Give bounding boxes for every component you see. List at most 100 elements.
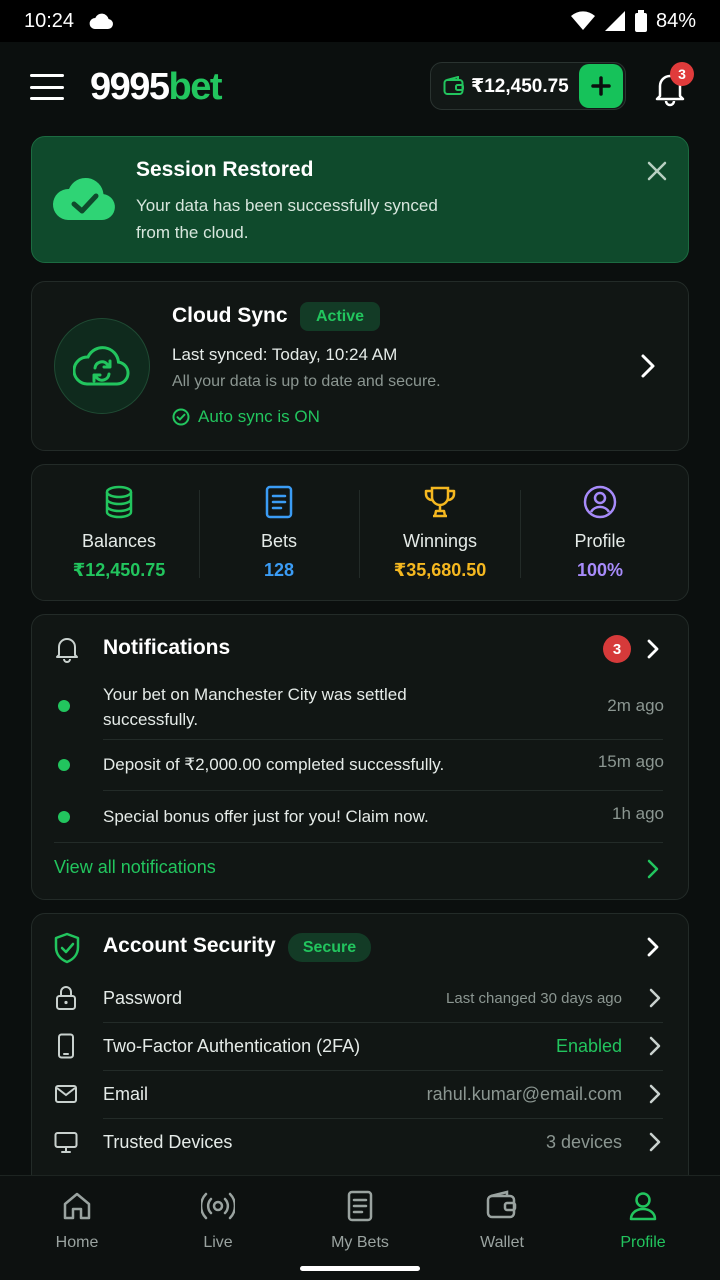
security-row-label: Email xyxy=(103,1084,149,1104)
nav-home[interactable]: Home xyxy=(17,1190,137,1252)
notification-text: Special bonus offer just for you! Claim … xyxy=(103,807,429,826)
user-circle-icon xyxy=(583,485,617,519)
security-row-label: Two-Factor Authentication (2FA) xyxy=(103,1036,361,1056)
banner-message: Your data has been successfully synced f… xyxy=(136,196,438,242)
security-row-email[interactable]: Email rahul.kumar@email.com xyxy=(54,1075,664,1115)
chevron-right-icon xyxy=(649,988,661,1008)
security-row-password[interactable]: Password Last changed 30 days ago xyxy=(54,979,664,1019)
stat-balances[interactable]: Balances ₹12,450.75 xyxy=(39,485,199,581)
nav-label: My Bets xyxy=(331,1234,389,1251)
notification-count-badge: 3 xyxy=(670,62,694,86)
security-row-label: Password xyxy=(103,988,183,1008)
close-icon[interactable] xyxy=(644,158,670,184)
chevron-right-icon[interactable] xyxy=(646,859,660,879)
notifications-count-badge: 3 xyxy=(603,635,631,663)
app-header: 9995bet ₹12,450.75 3 xyxy=(0,42,720,132)
cloud-check-icon xyxy=(52,177,115,220)
cloud-sync-icon-container xyxy=(54,318,150,414)
wallet-icon xyxy=(486,1190,517,1219)
chevron-right-icon xyxy=(649,1084,661,1104)
notification-item[interactable]: Deposit of ₹2,000.00 completed successfu… xyxy=(54,750,664,780)
chevron-right-icon xyxy=(649,1132,661,1152)
coins-stack-icon xyxy=(105,485,133,519)
nav-wallet[interactable]: Wallet xyxy=(442,1190,562,1252)
nav-profile[interactable]: Profile xyxy=(583,1190,703,1252)
notification-time: 15m ago xyxy=(597,752,664,771)
divider xyxy=(103,1022,663,1023)
stat-profile[interactable]: Profile 100% xyxy=(520,485,680,581)
nav-live[interactable]: Live xyxy=(158,1190,278,1252)
unread-dot xyxy=(58,811,70,823)
wifi-icon xyxy=(570,11,595,30)
hamburger-menu-icon[interactable] xyxy=(30,74,64,100)
status-bar: 10:24 84% xyxy=(0,0,720,42)
home-icon xyxy=(63,1192,91,1220)
bottom-navigation: Home Live My Bets Wallet Profile xyxy=(0,1175,720,1280)
notification-time: 2m ago xyxy=(607,696,664,715)
divider xyxy=(103,739,663,740)
stat-bets[interactable]: Bets 128 xyxy=(199,485,359,581)
app-logo[interactable]: 9995bet xyxy=(90,66,223,109)
wallet-amount: ₹12,450.75 xyxy=(471,75,569,97)
status-badge: Active xyxy=(300,302,380,331)
wallet-icon xyxy=(443,76,464,95)
battery-icon xyxy=(634,10,647,32)
cloud-sync-title: Cloud Sync xyxy=(172,304,288,327)
chevron-right-icon xyxy=(649,1036,661,1056)
security-row-value: rahul.kumar@email.com xyxy=(426,1084,622,1104)
notification-time: 1h ago xyxy=(612,804,664,823)
notifications-title: Notifications xyxy=(103,636,231,659)
stat-winnings[interactable]: Winnings ₹35,680.50 xyxy=(360,485,520,581)
monitor-icon xyxy=(54,1132,78,1153)
security-row-value: Enabled xyxy=(555,1036,622,1056)
chevron-right-icon[interactable] xyxy=(638,353,658,379)
nav-label: Home xyxy=(55,1234,99,1251)
trophy-icon xyxy=(424,486,456,518)
chevron-right-icon[interactable] xyxy=(644,638,662,660)
cloud-icon xyxy=(89,13,114,29)
stat-value: 100% xyxy=(576,560,624,580)
last-synced-text: Last synced: Today, 10:24 AM xyxy=(172,345,398,364)
security-row-value: Last changed 30 days ago xyxy=(446,990,622,1007)
unread-dot xyxy=(58,759,70,771)
divider xyxy=(54,842,663,843)
status-badge: Secure xyxy=(288,933,371,962)
nav-my-bets[interactable]: My Bets xyxy=(300,1190,420,1252)
nav-label: Wallet xyxy=(480,1234,524,1251)
nav-label: Live xyxy=(203,1234,233,1251)
nav-label: Profile xyxy=(620,1234,666,1251)
security-row-value: 3 devices xyxy=(545,1132,622,1152)
divider xyxy=(103,1118,663,1119)
divider xyxy=(103,790,663,791)
notification-text: Your bet on Manchester City was settled … xyxy=(103,685,407,729)
status-time: 10:24 xyxy=(24,9,75,32)
home-indicator[interactable] xyxy=(300,1266,420,1271)
auto-sync-status: Auto sync is ON xyxy=(172,407,320,427)
cloud-sync-icon xyxy=(73,346,130,386)
notification-item[interactable]: Your bet on Manchester City was settled … xyxy=(54,680,664,736)
account-security-title: Account Security xyxy=(103,934,276,957)
wallet-balance-pill[interactable]: ₹12,450.75 xyxy=(430,62,626,110)
chevron-right-icon[interactable] xyxy=(644,936,662,958)
view-all-notifications-link[interactable]: View all notifications xyxy=(54,857,216,878)
notification-text: Deposit of ₹2,000.00 completed successfu… xyxy=(103,755,445,774)
bets-document-icon xyxy=(347,1190,373,1222)
stat-label: Winnings xyxy=(402,531,478,551)
live-broadcast-icon xyxy=(201,1192,235,1220)
stat-value: 128 xyxy=(263,560,295,580)
security-row-trusted-devices[interactable]: Trusted Devices 3 devices xyxy=(54,1123,664,1163)
add-funds-button[interactable] xyxy=(579,64,623,108)
battery-level: 84% xyxy=(655,9,696,32)
security-row-label: Trusted Devices xyxy=(103,1132,233,1152)
bell-outline-icon xyxy=(56,638,78,663)
signal-icon xyxy=(604,11,625,31)
lock-icon xyxy=(56,986,76,1010)
notification-item[interactable]: Special bonus offer just for you! Claim … xyxy=(54,802,664,832)
shield-check-icon xyxy=(54,932,80,964)
stat-label: Profile xyxy=(574,531,626,551)
security-row-2fa[interactable]: Two-Factor Authentication (2FA) Enabled xyxy=(54,1027,664,1067)
profile-icon xyxy=(629,1192,657,1221)
stat-label: Bets xyxy=(260,531,298,551)
stat-value: ₹12,450.75 xyxy=(72,560,166,580)
unread-dot xyxy=(58,700,70,712)
